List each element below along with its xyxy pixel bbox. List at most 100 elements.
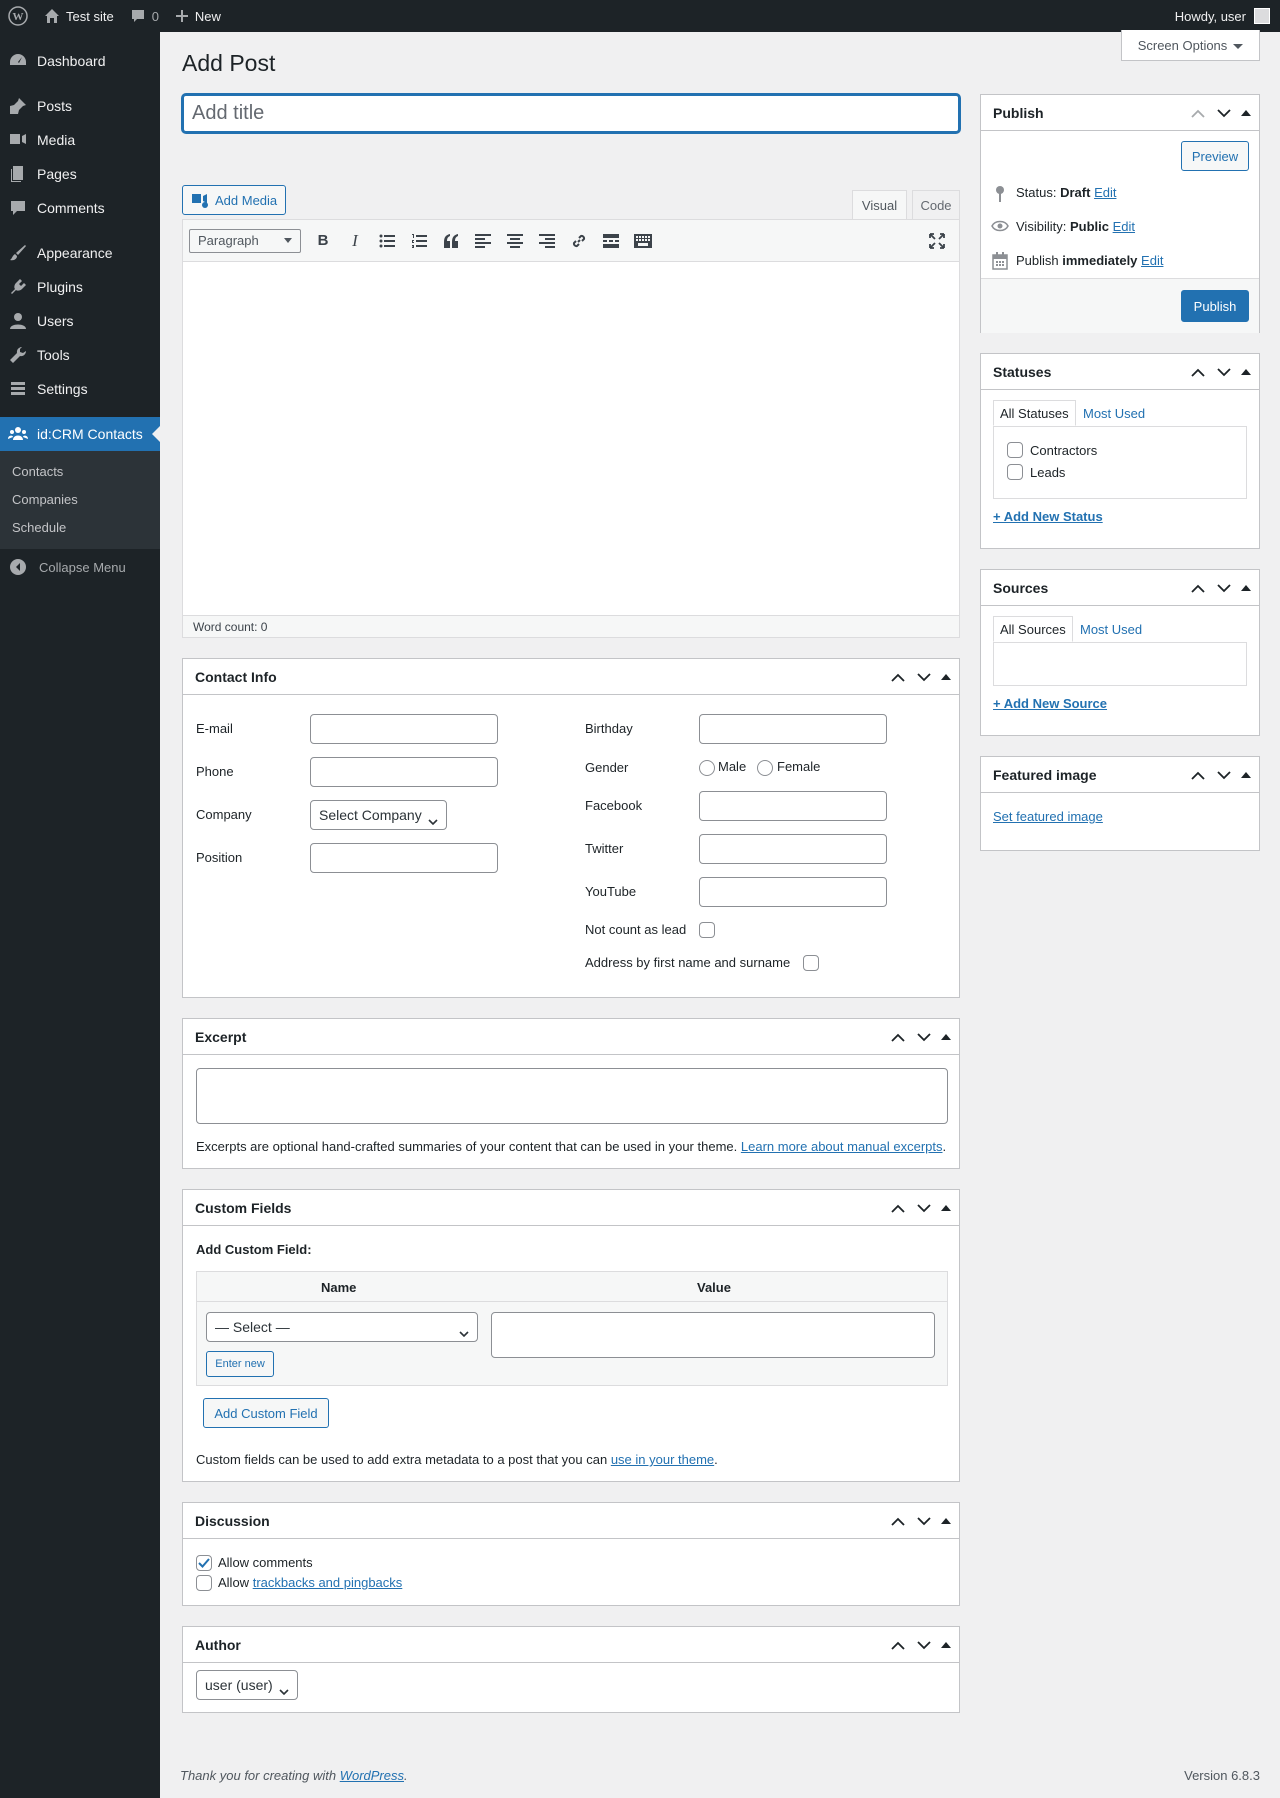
- menu-users[interactable]: Users: [0, 304, 160, 338]
- address-by-checkbox[interactable]: [803, 955, 819, 971]
- tab-most-used-statuses[interactable]: Most Used: [1077, 400, 1151, 426]
- contact-info-header[interactable]: Contact Info: [183, 659, 959, 695]
- move-down-icon[interactable]: [913, 1510, 935, 1532]
- site-name-link[interactable]: Test site: [36, 0, 122, 32]
- toggle-panel-icon[interactable]: [939, 666, 953, 688]
- move-down-icon[interactable]: [1213, 764, 1235, 786]
- use-in-theme-link[interactable]: use in your theme: [611, 1452, 714, 1467]
- gender-male-radio[interactable]: [699, 760, 715, 776]
- toggle-panel-icon[interactable]: [1239, 102, 1253, 124]
- collapse-menu-button[interactable]: Collapse Menu: [0, 549, 160, 585]
- set-featured-image-link[interactable]: Set featured image: [993, 809, 1103, 824]
- move-up-icon[interactable]: [887, 1026, 909, 1048]
- comments-link[interactable]: 0: [122, 0, 167, 32]
- not-lead-checkbox[interactable]: [699, 922, 715, 938]
- status-checkbox-contractors[interactable]: [1007, 442, 1023, 458]
- author-header[interactable]: Author: [183, 1627, 959, 1663]
- format-select[interactable]: Paragraph: [189, 228, 301, 253]
- move-up-icon[interactable]: [1187, 764, 1209, 786]
- move-down-icon[interactable]: [913, 666, 935, 688]
- tab-all-statuses[interactable]: All Statuses: [993, 400, 1076, 426]
- excerpt-header[interactable]: Excerpt: [183, 1019, 959, 1055]
- add-new-source-link[interactable]: + Add New Source: [993, 696, 1107, 711]
- blockquote-icon[interactable]: [435, 225, 467, 257]
- tab-code[interactable]: Code: [912, 190, 960, 219]
- move-up-icon[interactable]: [887, 1634, 909, 1656]
- tab-visual[interactable]: Visual: [852, 190, 907, 219]
- status-checkbox-leads[interactable]: [1007, 464, 1023, 480]
- toggle-panel-icon[interactable]: [1239, 577, 1253, 599]
- menu-tools[interactable]: Tools: [0, 338, 160, 372]
- allow-pings-checkbox[interactable]: [196, 1575, 212, 1591]
- edit-visibility-link[interactable]: Edit: [1113, 219, 1135, 234]
- publish-header[interactable]: Publish: [981, 95, 1259, 131]
- move-down-icon[interactable]: [913, 1026, 935, 1048]
- move-down-icon[interactable]: [1213, 577, 1235, 599]
- italic-icon[interactable]: I: [339, 225, 371, 257]
- excerpt-textarea[interactable]: [196, 1068, 948, 1124]
- menu-comments[interactable]: Comments: [0, 191, 160, 225]
- enter-new-button[interactable]: Enter new: [206, 1351, 274, 1377]
- add-new-status-link[interactable]: + Add New Status: [993, 509, 1103, 524]
- phone-field[interactable]: [310, 757, 498, 787]
- submenu-schedule[interactable]: Schedule: [0, 514, 160, 542]
- custom-field-value-textarea[interactable]: [491, 1312, 935, 1358]
- email-field[interactable]: [310, 714, 498, 744]
- sources-header[interactable]: Sources: [981, 570, 1259, 606]
- toggle-panel-icon[interactable]: [939, 1026, 953, 1048]
- wordpress-logo-icon[interactable]: W: [0, 0, 36, 32]
- new-content-link[interactable]: New: [167, 0, 229, 32]
- move-up-icon[interactable]: [887, 1197, 909, 1219]
- allow-comments-checkbox[interactable]: [196, 1555, 212, 1571]
- menu-pages[interactable]: Pages: [0, 157, 160, 191]
- numbered-list-icon[interactable]: [403, 225, 435, 257]
- add-media-button[interactable]: Add Media: [182, 185, 287, 215]
- edit-timestamp-link[interactable]: Edit: [1141, 253, 1163, 268]
- tab-most-used-sources[interactable]: Most Used: [1074, 616, 1148, 642]
- move-up-icon[interactable]: [1187, 361, 1209, 383]
- menu-settings[interactable]: Settings: [0, 372, 160, 406]
- align-left-icon[interactable]: [467, 225, 499, 257]
- move-down-icon[interactable]: [1213, 102, 1235, 124]
- move-up-icon[interactable]: [887, 1510, 909, 1532]
- menu-idcrm-contacts[interactable]: id:CRM Contacts: [0, 417, 160, 451]
- position-field[interactable]: [310, 843, 498, 873]
- featured-image-header[interactable]: Featured image: [981, 757, 1259, 793]
- add-custom-field-button[interactable]: Add Custom Field: [203, 1398, 329, 1428]
- author-select[interactable]: user (user): [196, 1670, 298, 1700]
- company-select[interactable]: Select Company: [310, 800, 447, 830]
- trackbacks-link[interactable]: trackbacks and pingbacks: [253, 1575, 403, 1590]
- toggle-panel-icon[interactable]: [939, 1197, 953, 1219]
- birthday-field[interactable]: [699, 714, 887, 744]
- menu-plugins[interactable]: Plugins: [0, 270, 160, 304]
- screen-options-button[interactable]: Screen Options: [1121, 30, 1260, 61]
- move-down-icon[interactable]: [913, 1634, 935, 1656]
- wordpress-link[interactable]: WordPress: [340, 1768, 404, 1783]
- edit-status-link[interactable]: Edit: [1094, 185, 1116, 200]
- move-down-icon[interactable]: [913, 1197, 935, 1219]
- move-up-icon[interactable]: [1187, 577, 1209, 599]
- move-up-icon[interactable]: [887, 666, 909, 688]
- gender-female-radio[interactable]: [757, 760, 773, 776]
- youtube-field[interactable]: [699, 877, 887, 907]
- submenu-companies[interactable]: Companies: [0, 486, 160, 514]
- submenu-contacts[interactable]: Contacts: [0, 458, 160, 486]
- publish-button[interactable]: Publish: [1181, 290, 1249, 322]
- menu-posts[interactable]: Posts: [0, 89, 160, 123]
- post-title-input[interactable]: [182, 94, 960, 133]
- align-center-icon[interactable]: [499, 225, 531, 257]
- fullscreen-icon[interactable]: [921, 225, 953, 257]
- my-account[interactable]: Howdy, user: [1175, 8, 1280, 24]
- custom-fields-header[interactable]: Custom Fields: [183, 1190, 959, 1226]
- menu-media[interactable]: Media: [0, 123, 160, 157]
- move-up-icon[interactable]: [1187, 102, 1209, 124]
- custom-field-key-select[interactable]: — Select —: [206, 1312, 478, 1342]
- read-more-icon[interactable]: [595, 225, 627, 257]
- keyboard-icon[interactable]: [627, 225, 659, 257]
- toggle-panel-icon[interactable]: [939, 1510, 953, 1532]
- toggle-panel-icon[interactable]: [1239, 361, 1253, 383]
- toggle-panel-icon[interactable]: [939, 1634, 953, 1656]
- menu-appearance[interactable]: Appearance: [0, 236, 160, 270]
- editor-content-area[interactable]: [183, 262, 959, 616]
- discussion-header[interactable]: Discussion: [183, 1503, 959, 1539]
